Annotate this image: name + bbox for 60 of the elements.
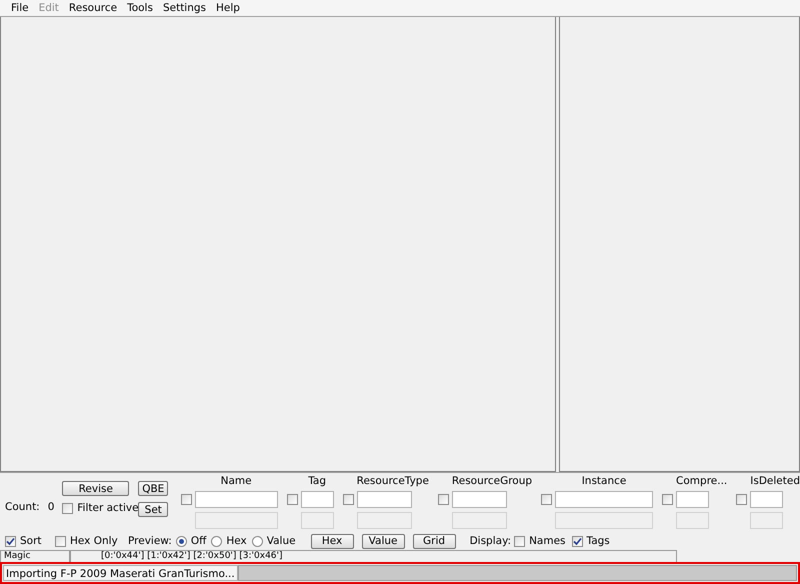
menu-item[interactable]: Tools (122, 0, 158, 16)
preview-option-label: Hex (226, 535, 247, 548)
hex-only-label: Hex Only (70, 535, 118, 548)
filter-checkbox[interactable] (541, 494, 552, 506)
filter-input[interactable] (676, 491, 710, 508)
filter-input-disabled (356, 512, 412, 530)
filter-checkbox[interactable] (286, 494, 298, 506)
filter-active-checkbox[interactable] (62, 502, 74, 514)
filter-column-header: Instance (580, 475, 628, 488)
filter-checkbox[interactable] (342, 494, 354, 506)
display-option-label: Names (529, 535, 566, 548)
filter-input[interactable] (750, 491, 784, 508)
filter-column-header: IsDeleted (750, 475, 800, 488)
preview-option-label: Value (266, 535, 296, 548)
preview-radio[interactable] (211, 536, 222, 547)
display-checkbox[interactable] (572, 536, 583, 547)
menu-item[interactable]: Settings (158, 0, 212, 16)
filter-column-header: Tag (307, 475, 328, 488)
filter-input-disabled (300, 512, 334, 530)
detail-name: Magic (0, 550, 70, 562)
sort-label: Sort (20, 535, 42, 548)
display-checkbox[interactable] (514, 536, 526, 547)
qbe-button[interactable]: QBE (138, 481, 168, 496)
filter-column-header: ResourceType (356, 475, 429, 488)
filter-input[interactable] (555, 491, 654, 508)
revise-button[interactable]: Revise (62, 481, 130, 496)
preview-label: Preview: (128, 535, 172, 548)
filter-active-label: Filter active (77, 502, 139, 514)
filter-input[interactable] (356, 491, 412, 508)
preview-radio[interactable] (252, 536, 263, 547)
filter-column-header: Compre... (676, 475, 728, 488)
filter-input[interactable] (452, 491, 507, 508)
count-label: Count: (5, 501, 40, 514)
filter-input-disabled (750, 512, 784, 530)
menu-item[interactable]: Resource (64, 0, 122, 16)
hex-only-checkbox[interactable] (55, 536, 66, 547)
preview-option-label: Off (190, 535, 206, 548)
filter-checkbox[interactable] (180, 494, 192, 506)
filter-input[interactable] (300, 491, 334, 508)
status-text: Importing F-P 2009 Maserati GranTurismo... (3, 565, 238, 581)
view-button[interactable]: Value (362, 534, 405, 549)
display-label: Display: (470, 535, 512, 548)
filter-column-header: Name (220, 475, 253, 488)
menu-item[interactable]: Help (211, 0, 245, 16)
filter-input-disabled (452, 512, 507, 530)
sort-checkbox[interactable] (5, 536, 16, 547)
display-option-label: Tags (586, 535, 610, 548)
filter-column-header: ResourceGroup (452, 475, 532, 488)
set-button[interactable]: Set (138, 502, 168, 518)
menu-item[interactable]: File (6, 0, 34, 16)
filter-checkbox[interactable] (438, 494, 449, 506)
filter-input[interactable] (194, 491, 278, 508)
view-button[interactable]: Hex (310, 534, 354, 549)
filter-input-disabled (676, 512, 710, 530)
filter-checkbox[interactable] (662, 494, 674, 506)
preview-radio[interactable] (176, 536, 187, 547)
filter-checkbox[interactable] (736, 494, 748, 506)
detail-value: [0:'0x44'] [1:'0x42'] [2:'0x50'] [3:'0x46'] (70, 550, 677, 562)
view-button[interactable]: Grid (412, 534, 456, 549)
count-value: 0 (48, 501, 54, 514)
